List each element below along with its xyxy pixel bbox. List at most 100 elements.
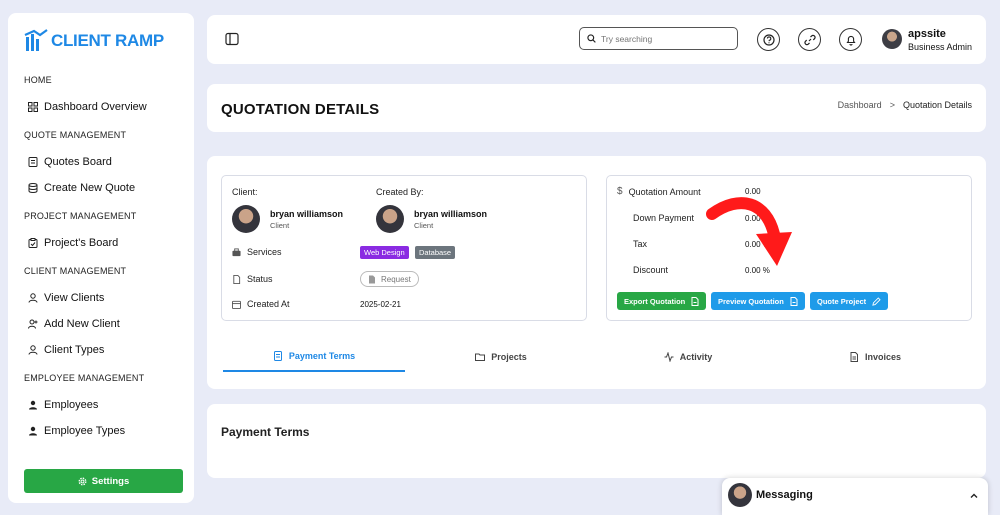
pencil-icon xyxy=(872,296,881,306)
client-label: Client: xyxy=(232,187,258,197)
sidebar-item-employees[interactable]: Employees xyxy=(28,399,98,411)
sidebar-item-label: Employees xyxy=(44,399,99,411)
help-button[interactable] xyxy=(757,28,780,51)
user-plus-icon xyxy=(28,319,38,329)
file-export-icon xyxy=(691,296,699,306)
quote-project-button[interactable]: Quote Project xyxy=(810,292,889,310)
sidebar-item-client-types[interactable]: Client Types xyxy=(28,344,104,356)
sidebar-item-label: Quotes Board xyxy=(44,156,112,168)
settings-label: Settings xyxy=(91,475,130,487)
person-filled-icon xyxy=(29,400,37,410)
breadcrumb: Dashboard > Quotation Details xyxy=(838,100,972,110)
created-by-role: Client xyxy=(414,221,434,230)
file-icon xyxy=(233,274,241,284)
sidebar-item-label: Client Types xyxy=(44,344,105,356)
sidebar: CLIENT RAMP HOME Dashboard Overview QUOT… xyxy=(8,13,194,503)
tab-invoices[interactable]: Invoices xyxy=(784,342,966,372)
calendar-icon xyxy=(232,300,241,309)
person-filled-icon xyxy=(29,426,37,436)
client-avatar xyxy=(232,205,260,233)
clipboard-icon xyxy=(28,238,38,248)
tab-projects[interactable]: Projects xyxy=(410,342,592,372)
payment-terms-title: Payment Terms xyxy=(221,425,310,439)
user-name: apssite xyxy=(908,28,946,40)
notifications-button[interactable] xyxy=(839,28,862,51)
created-by-avatar xyxy=(376,205,404,233)
help-icon xyxy=(762,33,775,46)
service-tag-database: Database xyxy=(415,246,456,259)
nav-section-project-management: PROJECT MANAGEMENT xyxy=(24,211,137,221)
link-button[interactable] xyxy=(798,28,821,51)
search-input[interactable] xyxy=(601,33,731,44)
user-icon xyxy=(28,345,38,355)
user-icon xyxy=(28,293,38,303)
dollar-icon: $ xyxy=(617,186,623,197)
messaging-title: Messaging xyxy=(756,489,813,501)
document-icon xyxy=(273,351,282,361)
tab-activity[interactable]: Activity xyxy=(597,342,779,372)
file-icon xyxy=(850,352,858,362)
chevron-up-icon[interactable] xyxy=(969,491,979,501)
created-by-label: Created By: xyxy=(376,187,424,197)
status-badge: Request xyxy=(360,271,419,287)
sidebar-toggle-icon[interactable] xyxy=(225,32,239,46)
gear-icon xyxy=(78,477,87,485)
grid-icon xyxy=(28,102,38,112)
created-at-row-label: Created At xyxy=(232,299,290,309)
sidebar-item-dashboard-overview[interactable]: Dashboard Overview xyxy=(28,101,147,113)
sidebar-item-quotes-board[interactable]: Quotes Board xyxy=(28,156,112,168)
page-header: QUOTATION DETAILS Dashboard > Quotation … xyxy=(207,84,986,132)
down-payment-value: 0.00 % xyxy=(745,214,770,223)
sidebar-item-create-new-quote[interactable]: Create New Quote xyxy=(28,182,135,194)
sidebar-item-label: Add New Client xyxy=(44,318,120,330)
discount-label: Discount xyxy=(633,265,669,275)
quotation-card: Client: Created By: bryan williamson Cli… xyxy=(207,156,986,389)
breadcrumb-dashboard-link[interactable]: Dashboard xyxy=(838,100,882,110)
tab-bar: Payment Terms Projects Activity Invoices xyxy=(223,342,972,372)
tax-label: Tax xyxy=(633,239,648,249)
nav-section-client-management: CLIENT MANAGEMENT xyxy=(24,266,127,276)
created-by-name[interactable]: bryan williamson xyxy=(414,209,487,219)
search-box[interactable] xyxy=(579,27,738,50)
brand-logo[interactable]: CLIENT RAMP xyxy=(24,23,164,59)
client-info-panel: Client: Created By: bryan williamson Cli… xyxy=(221,175,587,321)
service-tag-web-design: Web Design xyxy=(360,246,409,259)
avatar[interactable] xyxy=(882,29,902,49)
created-at-value: 2025-02-21 xyxy=(360,300,401,309)
status-row-label: Status xyxy=(232,274,273,284)
client-role: Client xyxy=(270,221,290,230)
breadcrumb-separator: > xyxy=(889,100,895,110)
page-title: QUOTATION DETAILS xyxy=(221,101,380,118)
database-icon xyxy=(28,183,38,193)
folder-icon xyxy=(475,353,486,361)
sidebar-item-employee-types[interactable]: Employee Types xyxy=(28,425,125,437)
export-quotation-button[interactable]: Export Quotation xyxy=(617,292,707,310)
sidebar-item-label: Project's Board xyxy=(44,237,119,249)
nav-section-employee-management: EMPLOYEE MANAGEMENT xyxy=(24,373,145,383)
sidebar-item-label: View Clients xyxy=(44,292,105,304)
quotation-amount-value: 0.00 xyxy=(745,187,761,196)
down-payment-label: Down Payment xyxy=(633,213,695,223)
messaging-avatar xyxy=(728,483,752,507)
sidebar-item-projects-board[interactable]: Project's Board xyxy=(28,237,118,249)
messaging-widget[interactable]: Messaging xyxy=(722,478,988,515)
quotation-amount-label: $ Quotation Amount xyxy=(617,186,701,197)
activity-icon xyxy=(664,352,674,362)
search-icon xyxy=(587,34,596,43)
sidebar-item-add-new-client[interactable]: Add New Client xyxy=(28,318,120,330)
sidebar-item-view-clients[interactable]: View Clients xyxy=(28,292,104,304)
preview-quotation-button[interactable]: Preview Quotation xyxy=(711,292,805,310)
settings-button[interactable]: Settings xyxy=(24,469,183,493)
briefcase-icon xyxy=(232,247,241,256)
logo-mark-icon xyxy=(24,29,48,51)
amount-panel: $ Quotation Amount 0.00 Down Payment 0.0… xyxy=(606,175,972,321)
topbar: apssite Business Admin xyxy=(207,15,986,64)
tab-payment-terms[interactable]: Payment Terms xyxy=(223,342,405,372)
user-role: Business Admin xyxy=(908,42,973,52)
services-row-label: Services xyxy=(232,247,282,257)
client-name[interactable]: bryan williamson xyxy=(270,209,343,219)
nav-section-quote-management: QUOTE MANAGEMENT xyxy=(24,130,127,140)
breadcrumb-current: Quotation Details xyxy=(902,100,972,110)
note-icon xyxy=(28,157,38,167)
tax-value: 0.00 % xyxy=(745,240,770,249)
